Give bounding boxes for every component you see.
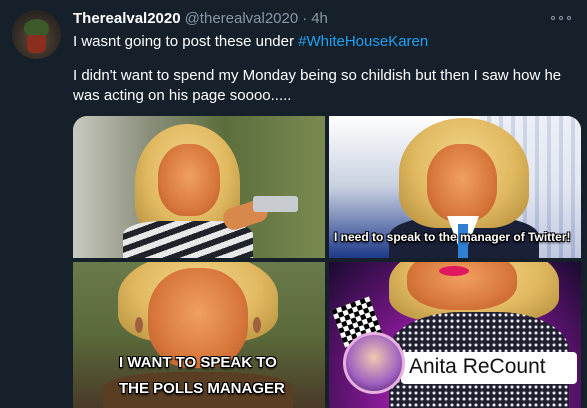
gun-icon	[253, 196, 298, 212]
avatar-pot	[27, 35, 46, 53]
caption-twitter-manager: I need to speak to the manager of Twitte…	[334, 230, 571, 244]
separator-dot: ·	[302, 10, 308, 27]
caption-polls-line-2: THE POLLS MANAGER	[119, 380, 285, 397]
timestamp[interactable]: 4h	[311, 10, 328, 27]
caption-anita-recount: Anita ReCount	[409, 355, 546, 378]
avatar[interactable]	[12, 10, 61, 59]
media-image-4[interactable]: Anita ReCount	[329, 262, 581, 408]
more-icon[interactable]	[551, 12, 571, 24]
hashtag-link[interactable]: #WhiteHouseKaren	[298, 33, 428, 50]
media-grid[interactable]: I need to speak to the manager of Twitte…	[73, 116, 581, 408]
media-image-1[interactable]	[73, 116, 325, 258]
tweet-text: I wasnt going to post these under #White…	[73, 32, 573, 106]
caption-polls-line-1: I WANT TO SPEAK TO	[119, 354, 277, 371]
tweet-header: Therealval2020 @therealval2020 · 4h	[73, 10, 575, 30]
author-name[interactable]: Therealval2020	[73, 10, 181, 27]
media-image-3[interactable]: I WANT TO SPEAK TO THE POLLS MANAGER	[73, 262, 325, 408]
tweet-line-1: I wasnt going to post these under #White…	[73, 32, 573, 52]
drag-queen-inset	[343, 332, 405, 394]
tweet-line-2: I didn't want to spend my Monday being s…	[73, 67, 562, 104]
tweet-text-intro: I wasnt going to post these under	[73, 33, 299, 50]
media-image-2[interactable]: I need to speak to the manager of Twitte…	[329, 116, 581, 258]
author-handle[interactable]: @therealval2020	[185, 10, 299, 27]
